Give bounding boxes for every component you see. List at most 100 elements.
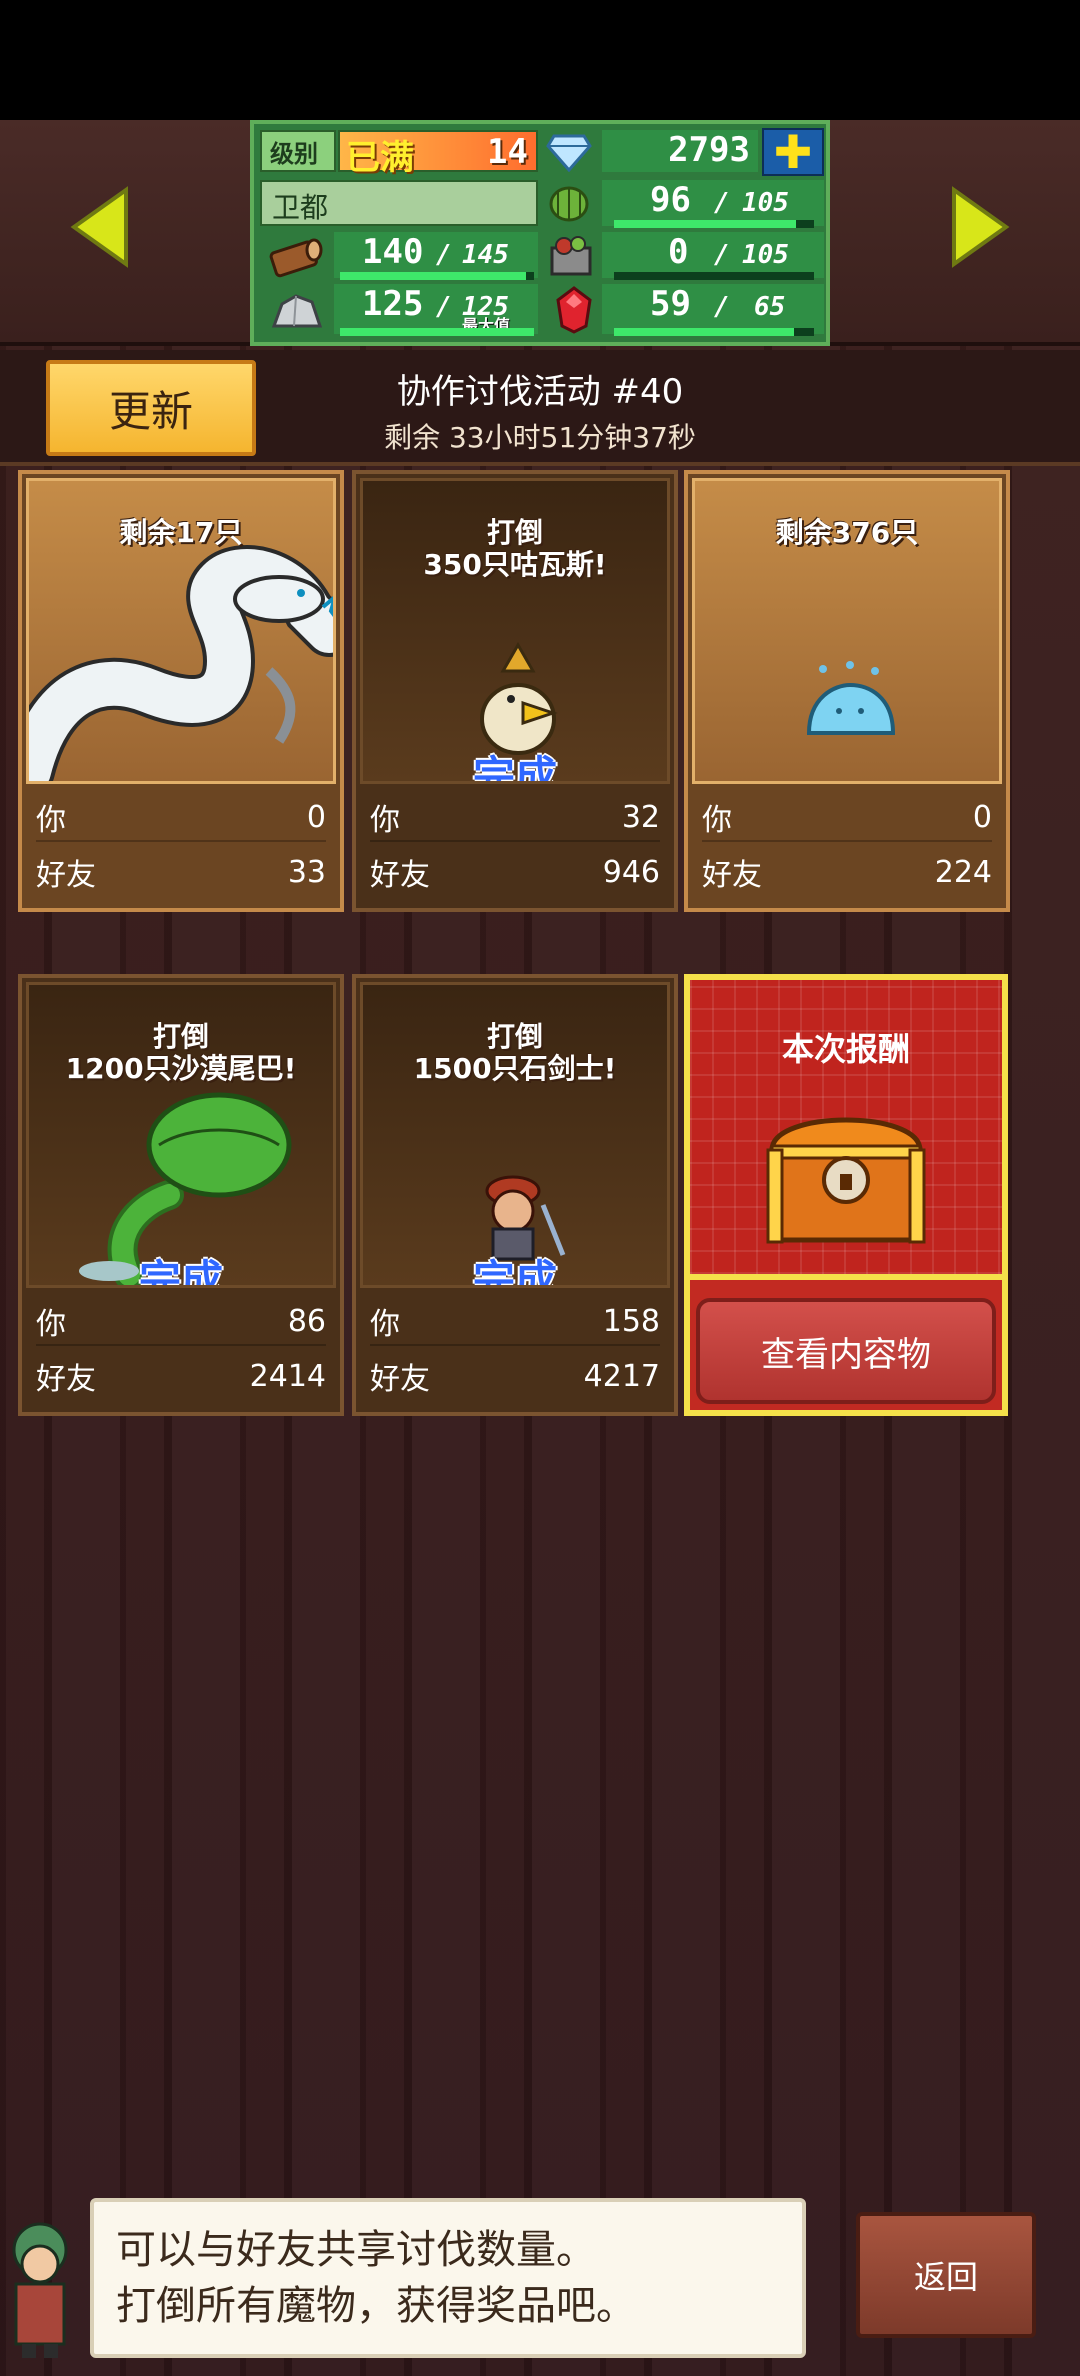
ruby-box: 59 / 65 (602, 284, 824, 334)
you-label: 你 (36, 803, 66, 838)
grass-icon (549, 186, 589, 222)
food-bar (614, 272, 814, 280)
diamond-icon (546, 134, 592, 172)
level-value: 14 (487, 132, 528, 172)
you-label: 你 (370, 1307, 400, 1342)
treasure-chest-icon (766, 1117, 926, 1244)
town-name-box: 卫都 (260, 180, 538, 226)
ore-value: 125 (362, 284, 424, 324)
complete-label: 完成 (472, 1256, 557, 1288)
level-label: 级别 (270, 140, 318, 168)
ruby-bar (614, 328, 814, 336)
white-serpent-icon (29, 545, 333, 781)
food-max: 105 (742, 240, 789, 270)
add-gems-button[interactable]: ✚ (762, 128, 824, 176)
ore-icon (271, 294, 323, 328)
food-value: 0 (668, 232, 689, 272)
monster-card[interactable]: 打倒 350只咕瓦斯! 完成 你 32 好友 946 (352, 470, 678, 912)
friend-count: 2414 (249, 1358, 326, 1394)
wood-value: 140 (362, 232, 424, 272)
you-row: 你0 (36, 794, 326, 842)
you-row: 你 32 (370, 794, 660, 842)
card-caption: 剩余376只 (775, 516, 919, 549)
wood-max: 145 (462, 240, 509, 270)
friend-row: 好友 946 (370, 848, 660, 896)
level-box: 已满 14 (338, 130, 538, 178)
friend-count: 224 (934, 854, 992, 890)
wood-log-icon (269, 238, 323, 278)
friend-label: 好友 (370, 1362, 430, 1397)
reward-title: 本次报酬 (781, 1030, 910, 1068)
wood-bar (340, 272, 534, 280)
you-count: 0 (306, 799, 326, 835)
town-name: 卫都 (272, 191, 329, 224)
gem-box: 2793 (602, 130, 758, 172)
view-contents-button[interactable]: 查看内容物 (696, 1298, 996, 1404)
card-caption: 剩余17只 (119, 516, 243, 549)
you-count: 0 (972, 799, 992, 835)
grass-max: 105 (742, 188, 789, 218)
card-caption: 打倒 1500只石剑士! (413, 1020, 617, 1085)
you-row: 你0 (702, 794, 992, 842)
friend-count: 946 (602, 854, 660, 890)
ore-box: 125 / 125 最大值 (334, 284, 538, 335)
event-title: 协作讨伐活动 #40 (396, 372, 684, 412)
ruby-slash: / (714, 292, 730, 322)
tip-line-1: 可以与好友共享讨伐数量。 (116, 2227, 596, 2273)
you-row: 你 86 (36, 1298, 326, 1346)
ruby-max: 65 (754, 292, 786, 322)
card-caption: 打倒 1200只沙漠尾巴! (65, 1020, 297, 1085)
ore-slash: / (436, 292, 452, 322)
status-bar (0, 0, 1080, 120)
complete-label: 完成 (138, 1256, 223, 1288)
friend-label: 好友 (36, 1362, 96, 1397)
level-status: 已满 (346, 138, 414, 178)
friend-row: 好友 33 (36, 848, 326, 896)
tip-bubble: 可以与好友共享讨伐数量。 打倒所有魔物，获得奖品吧。 (90, 2198, 806, 2358)
food-icon (550, 236, 592, 276)
you-label: 你 (702, 803, 732, 838)
monster-card[interactable]: 打倒 1200只沙漠尾巴! 完成 你 86 好友 2414 (18, 974, 344, 1416)
food-slash: / (714, 240, 730, 270)
monster-card[interactable]: 剩余17只 你0 好友 33 (18, 470, 344, 912)
card-art: 打倒 350只咕瓦斯! 完成 (360, 478, 670, 784)
grass-bar (614, 220, 814, 228)
event-time-left: 剩余 33小时51分钟37秒 (384, 421, 696, 454)
ruby-icon (556, 286, 592, 334)
friend-row: 好友 224 (702, 848, 992, 896)
you-count: 86 (287, 1303, 326, 1339)
tip-line-2: 打倒所有魔物，获得奖品吧。 (116, 2283, 636, 2329)
card-art: 剩余376只 (692, 478, 1002, 784)
gem-count: 2793 (668, 130, 750, 170)
friend-label: 好友 (702, 858, 762, 893)
previous-arrow-icon[interactable] (68, 186, 132, 268)
friend-count: 33 (287, 854, 326, 890)
ruby-value: 59 (650, 284, 691, 324)
you-label: 你 (370, 803, 400, 838)
card-art: 剩余17只 (26, 478, 336, 784)
update-button[interactable]: 更新 (46, 360, 256, 456)
you-count: 158 (602, 1303, 660, 1339)
friend-label: 好友 (36, 858, 96, 893)
card-art: 打倒 1500只石剑士! 完成 (360, 982, 670, 1288)
card-caption: 打倒 350只咕瓦斯! (423, 516, 607, 581)
plus-icon: ✚ (773, 125, 813, 179)
grass-slash: / (714, 188, 730, 218)
monster-card[interactable]: 剩余376只 你0 好友 224 (684, 470, 1010, 912)
grass-value: 96 (650, 180, 691, 220)
resource-panel: 级别 已满 14 2793 ✚ 卫都 96 / 105 140 / 145 0 … (250, 120, 830, 346)
return-button[interactable]: 返回 (856, 2212, 1036, 2338)
you-count: 32 (621, 799, 660, 835)
monster-card[interactable]: 打倒 1500只石剑士! 完成 你 158 好友 4217 (352, 974, 678, 1416)
you-row: 你 158 (370, 1298, 660, 1346)
friend-row: 好友 4217 (370, 1352, 660, 1400)
friend-count: 4217 (583, 1358, 660, 1394)
next-arrow-icon[interactable] (948, 186, 1012, 268)
slime-icon (806, 661, 896, 735)
you-label: 你 (36, 1307, 66, 1342)
friend-label: 好友 (370, 858, 430, 893)
complete-label: 完成 (472, 752, 557, 784)
guide-character-avatar (12, 2222, 68, 2358)
reward-card: 本次报酬 查看内容物 (684, 974, 1008, 1416)
ore-bar (340, 328, 534, 336)
